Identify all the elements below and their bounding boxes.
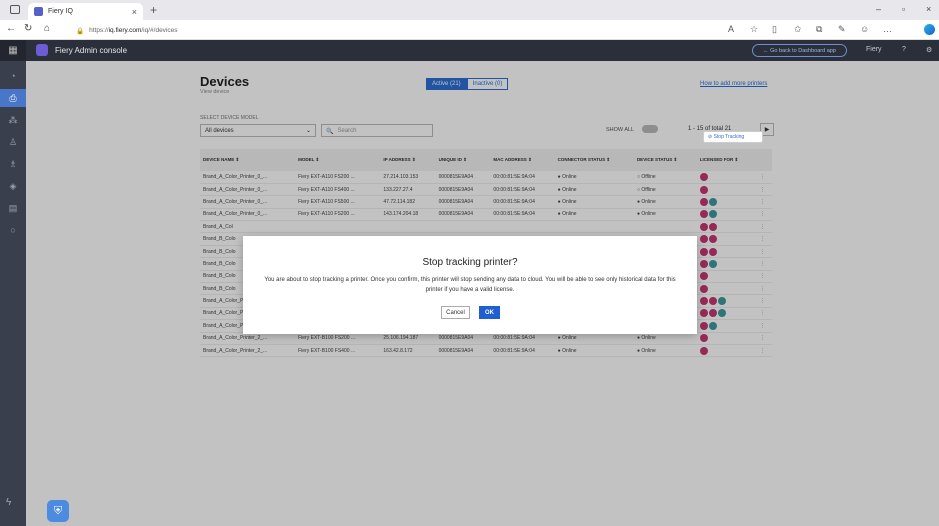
app-grid-icon[interactable]: ▦ [0,40,26,61]
app-title: Fiery Admin console [55,46,128,55]
nav-dashboard-icon[interactable]: ◔ [0,67,26,85]
cancel-button[interactable]: Cancel [441,306,470,319]
app-header: ▦ Fiery Admin console ← Go back to Dashb… [0,40,939,61]
tab-close-icon[interactable]: × [132,7,137,17]
fiery-logo-icon [36,44,48,56]
back-arrow-icon[interactable]: ← [6,23,16,34]
fiery-favicon-icon [34,7,43,16]
close-window-button[interactable]: × [926,4,931,14]
nav-groups-icon[interactable]: ♗ [0,155,26,173]
nav-devices-icon[interactable]: ⎙ [0,89,26,107]
extensions-icon[interactable]: ✎ [838,24,846,35]
address-bar: ← ↻ ⌂ 🔒 https://iq.fiery.com/iq/#/device… [0,20,939,40]
collections-icon[interactable]: ⧉ [816,24,822,35]
fiery-brand-icon: ϟ [6,497,12,508]
favorites-icon[interactable]: ✩ [794,24,802,35]
url-field[interactable]: 🔒 https://iq.fiery.com/iq/#/devices [76,24,716,37]
favorite-star-icon[interactable]: ☆ [750,24,758,35]
minimize-button[interactable]: – [876,4,881,14]
url-path: /iq/#/devices [141,27,178,34]
browser-tab-bar: Fiery IQ × + – ▫ × [0,0,939,20]
nav-users-icon[interactable]: ♙ [0,133,26,151]
tab-actions-icon[interactable] [10,5,20,14]
nav-licenses-icon[interactable]: ◈ [0,177,26,195]
split-screen-icon[interactable]: ▯ [772,24,777,35]
browser-tab[interactable]: Fiery IQ × [28,3,143,20]
back-to-dashboard-button[interactable]: ← Go back to Dashboard app [752,44,847,57]
nav-reports-icon[interactable]: ▤ [0,199,26,217]
refresh-icon[interactable]: ↻ [24,23,32,34]
tab-title: Fiery IQ [48,8,73,15]
maximize-button[interactable]: ▫ [902,4,905,14]
left-nav: ◔ ⎙ ⁂ ♙ ♗ ◈ ▤ ○ [0,61,26,526]
ok-button[interactable]: OK [479,306,500,319]
url-prefix: https:// [89,27,109,34]
home-icon[interactable]: ⌂ [44,23,50,34]
settings-icon[interactable]: ⚙ [926,46,932,54]
new-tab-button[interactable]: + [150,3,157,17]
url-host: iq.fiery.com [108,27,142,34]
edge-copilot-icon[interactable] [924,24,935,35]
stop-tracking-menu-item[interactable]: ⊘ Stop Tracking [703,131,763,143]
nav-sites-icon[interactable]: ⁂ [0,111,26,129]
help-icon[interactable]: ? [902,46,906,53]
lock-icon: 🔒 [76,27,85,35]
profile-icon[interactable]: ☺ [860,24,869,34]
dialog-title: Stop tracking printer? [422,257,518,268]
org-switcher[interactable]: Fiery [866,46,882,53]
nav-integrations-icon[interactable]: ○ [0,221,26,239]
more-icon[interactable]: … [883,24,892,34]
read-aloud-icon[interactable]: A [728,24,734,34]
stop-tracking-dialog: Stop tracking printer? You are about to … [243,236,697,334]
dialog-body: You are about to stop tracking a printer… [264,277,676,293]
security-shield-icon[interactable]: ⛨ [47,500,69,522]
